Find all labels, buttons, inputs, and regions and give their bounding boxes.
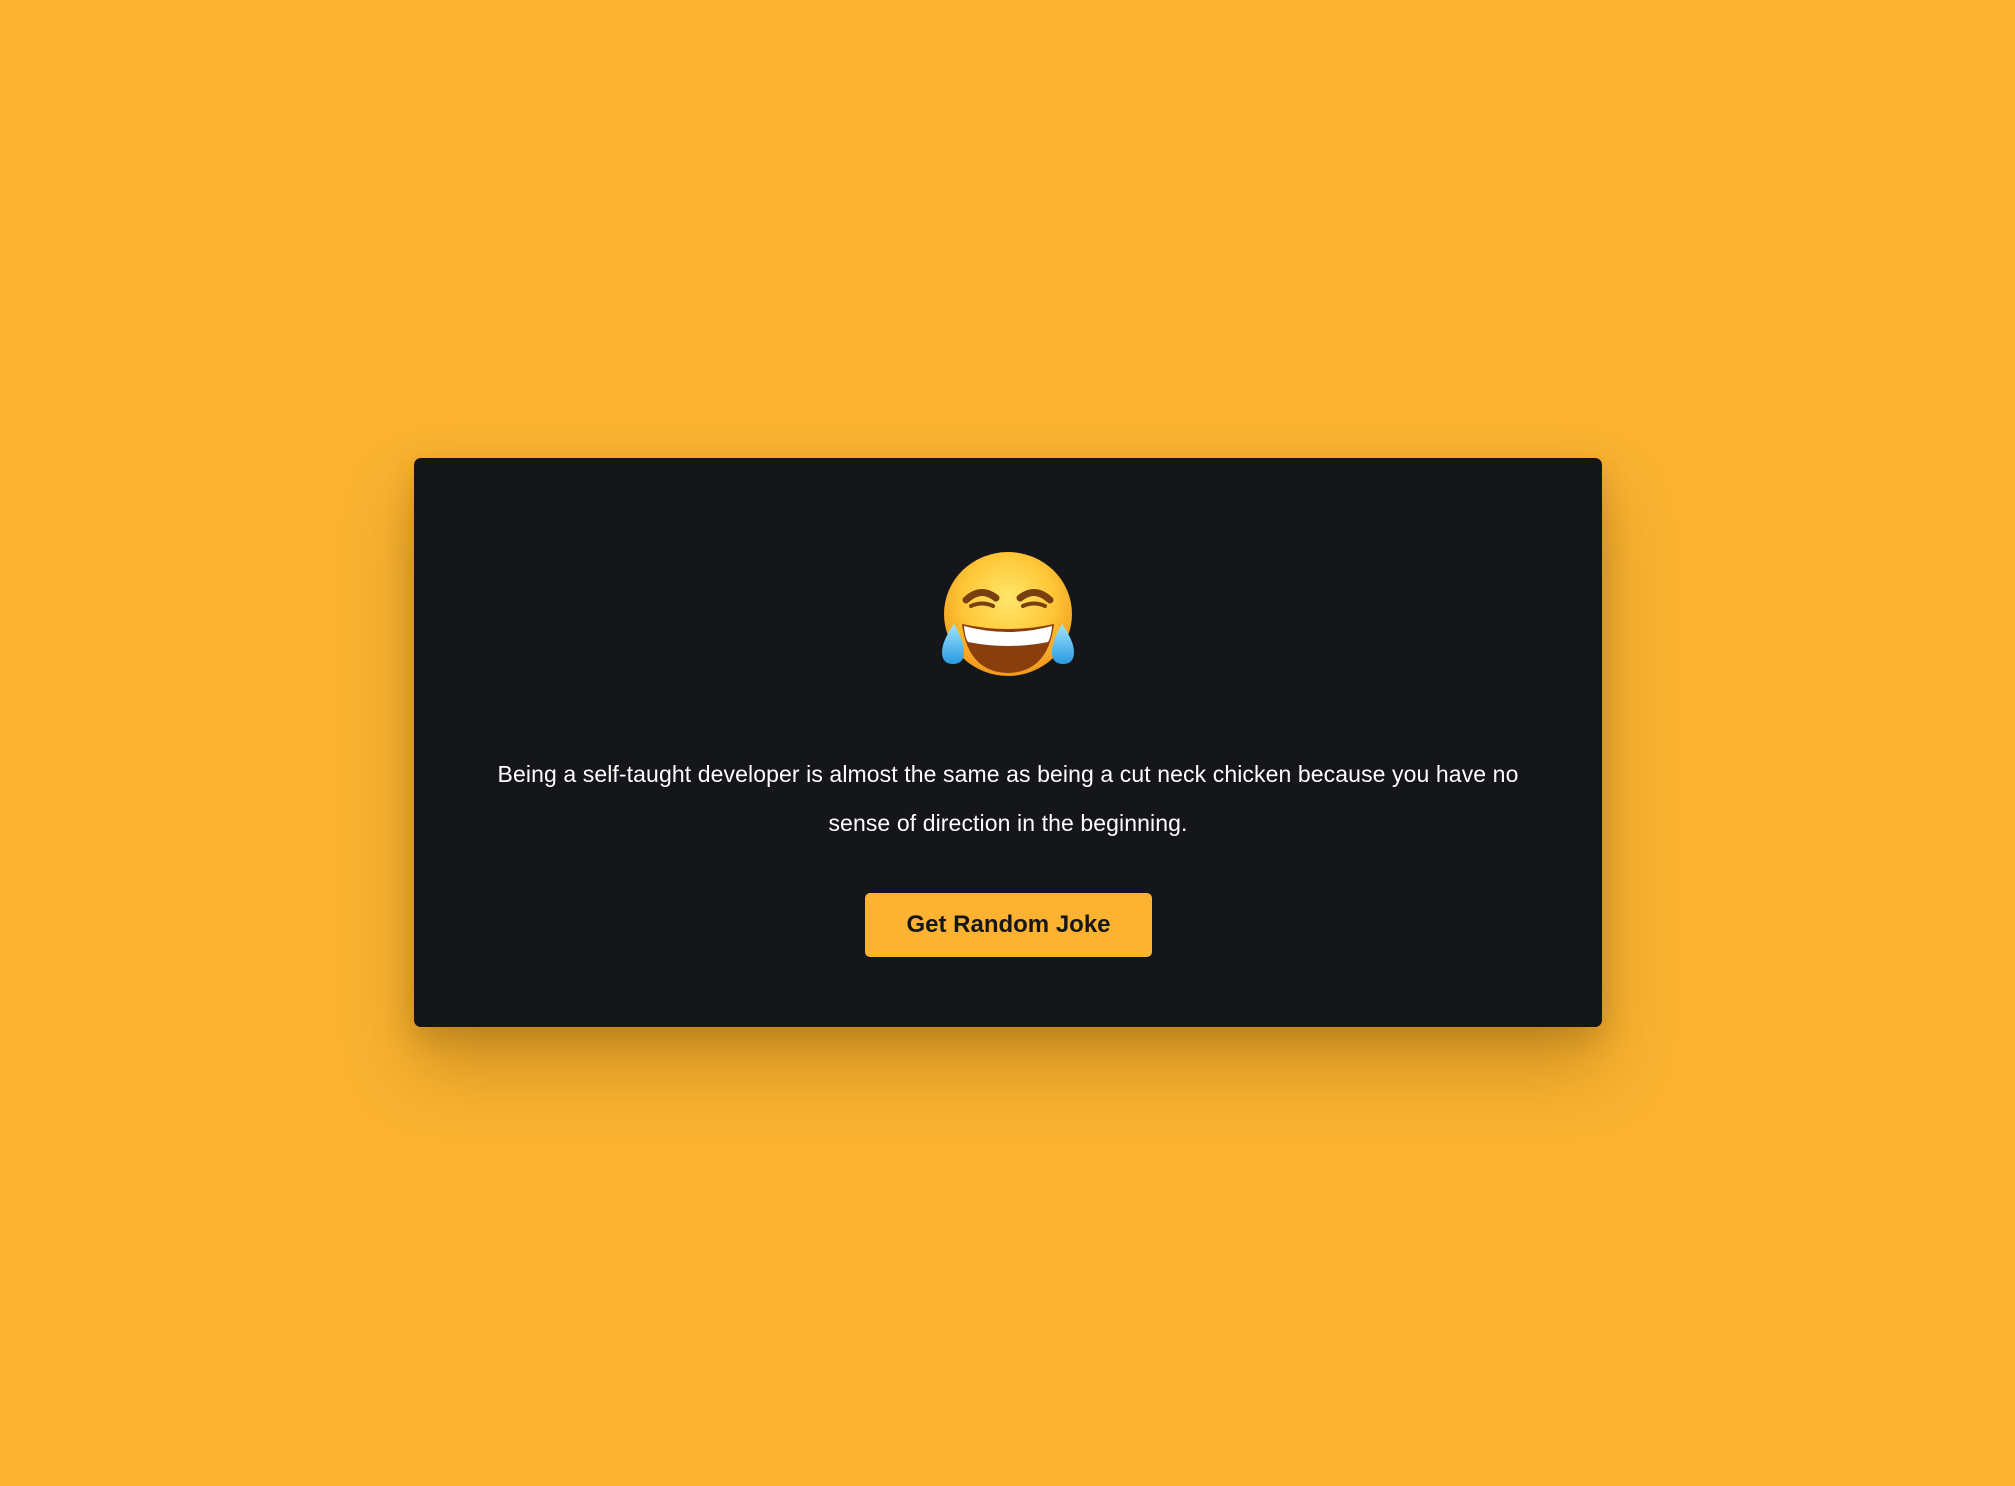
- joke-text: Being a self-taught developer is almost …: [497, 761, 1519, 836]
- emoji-container: [414, 546, 1602, 686]
- face-with-tears-of-joy-icon: [941, 552, 1074, 676]
- joke-card: Being a self-taught developer is almost …: [414, 458, 1602, 1027]
- get-random-joke-button[interactable]: Get Random Joke: [865, 893, 1152, 957]
